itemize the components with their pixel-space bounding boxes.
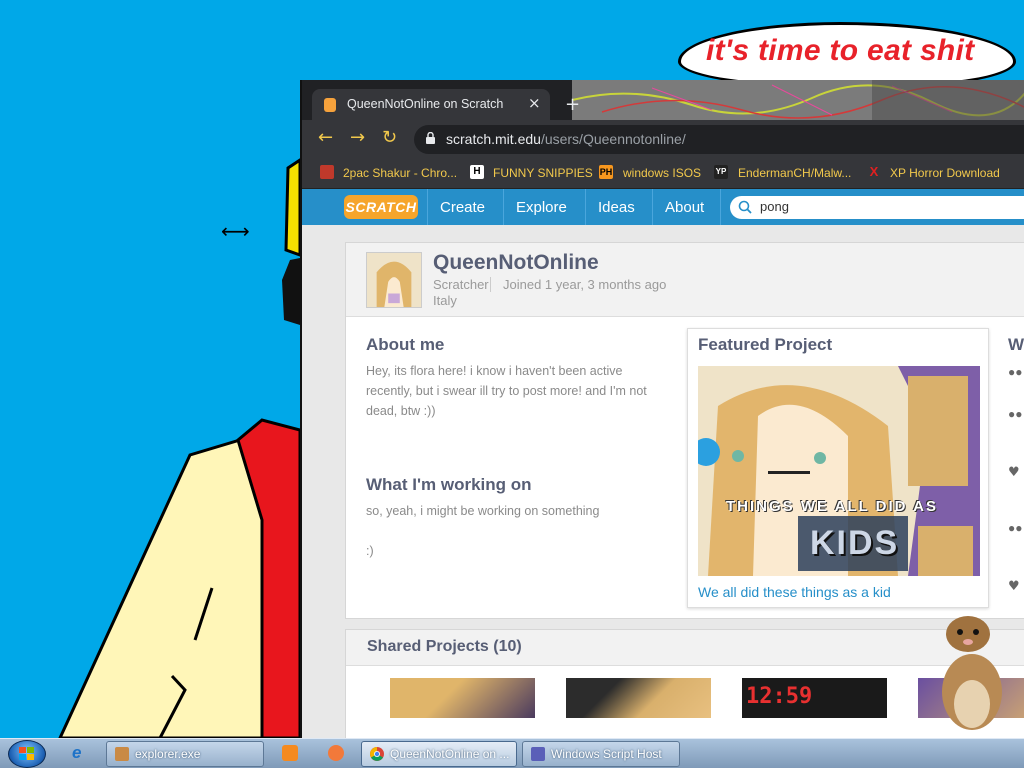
thumbnail-clock-text: 12:59	[746, 684, 813, 709]
url-text: scratch.mit.edu/users/Queennotonline/	[446, 131, 686, 147]
internet-explorer-button[interactable]: e	[58, 741, 102, 767]
search-box[interactable]: pong	[730, 196, 1024, 219]
media-player-icon	[282, 745, 298, 761]
nav-explore[interactable]: Explore	[516, 199, 567, 216]
url-host: scratch.mit.edu	[446, 131, 541, 147]
profile-card: QueenNotOnline Scratcher Joined 1 year, …	[345, 242, 1024, 619]
avatar[interactable]	[366, 252, 422, 308]
profile-joined: Joined 1 year, 3 months ago	[503, 277, 667, 292]
thumbnail-caption-big: KIDS	[810, 524, 900, 562]
bookmark-xp-horror[interactable]: XP Horror Download	[890, 166, 1000, 180]
x-icon: X	[869, 164, 879, 179]
nav-divider	[427, 189, 428, 225]
working-on-title: What I'm working on	[366, 475, 532, 494]
tab-close-icon[interactable]: ×	[528, 94, 541, 112]
explorer-icon	[115, 747, 129, 761]
taskbar-chrome-label: QueenNotOnline on ...	[390, 747, 510, 761]
project-thumbnail[interactable]	[566, 678, 711, 718]
bookmark-2pac[interactable]: 2pac Shakur - Chro...	[343, 166, 457, 180]
project-thumbnail[interactable]: 12:59	[742, 678, 887, 718]
thumbnail-caption-top: THINGS WE ALL DID AS	[726, 498, 938, 515]
profile-role: Scratcher	[433, 277, 489, 292]
people-icon: ●●	[1008, 365, 1023, 379]
browser-toolbar: ← → ↻ scratch.mit.edu/users/Queennotonli…	[302, 120, 1024, 158]
profile-username: QueenNotOnline	[433, 251, 599, 274]
tab-strip: QueenNotOnline on Scratch × +	[302, 80, 1024, 120]
address-bar[interactable]: scratch.mit.edu/users/Queennotonline/	[414, 125, 1024, 154]
media-player-button[interactable]	[268, 741, 312, 767]
theme-art	[572, 80, 1024, 120]
gift-icon	[320, 165, 334, 179]
bookmark-funny-snippies[interactable]: FUNNY SNIPPIES	[493, 166, 593, 180]
nav-create[interactable]: Create	[440, 199, 485, 216]
working-on-text: so, yeah, i might be working on somethin…	[366, 504, 600, 518]
scratch-favicon-icon	[324, 98, 336, 112]
new-tab-button[interactable]: +	[565, 94, 580, 115]
scratch-navbar: SCRATCH Create Explore Ideas About pong	[302, 189, 1024, 225]
bookmarks-bar: 2pac Shakur - Chro... H FUNNY SNIPPIES P…	[302, 158, 1024, 189]
yp-icon: YP	[714, 165, 728, 179]
shared-projects-header: Shared Projects (10)	[346, 630, 1024, 666]
heart-icon: ♥	[1008, 579, 1020, 594]
about-me-text: Hey, its flora here! i know i haven't be…	[366, 364, 647, 418]
taskbar-script-host[interactable]: Windows Script Host	[522, 741, 680, 767]
hamster-sticker-icon	[942, 616, 1002, 730]
working-on-text-2: :)	[366, 544, 374, 558]
project-thumbnail[interactable]	[390, 678, 535, 718]
taskbar-explorer[interactable]: explorer.exe	[106, 741, 264, 767]
taskbar-chrome[interactable]: QueenNotOnline on ...	[361, 741, 517, 767]
scratch-logo[interactable]: SCRATCH	[344, 195, 418, 219]
speech-bubble-text: it's time to eat shit	[706, 34, 975, 67]
tab-active[interactable]: QueenNotOnline on Scratch ×	[312, 89, 550, 120]
taskbar-explorer-label: explorer.exe	[135, 747, 201, 761]
featured-project-title: Featured Project	[698, 335, 833, 354]
divider	[490, 277, 491, 292]
h-icon: H	[470, 165, 484, 179]
forward-button[interactable]: →	[350, 127, 365, 148]
nav-about[interactable]: About	[665, 199, 704, 216]
profile-location: Italy	[433, 293, 457, 308]
nav-divider	[720, 189, 721, 225]
people-icon: ●●	[1008, 407, 1023, 421]
scratch-page: SCRATCH Create Explore Ideas About pong	[302, 189, 1024, 742]
windows-logo-icon	[19, 747, 34, 760]
people-icon: ●●	[1008, 521, 1023, 535]
uc-browser-button[interactable]	[314, 741, 358, 767]
search-icon	[738, 200, 752, 214]
internet-explorer-icon: e	[72, 743, 82, 762]
script-host-icon	[531, 747, 545, 761]
featured-project-link[interactable]: We all did these things as a kid	[698, 584, 891, 600]
nav-ideas[interactable]: Ideas	[598, 199, 635, 216]
heart-icon: ♥	[1008, 465, 1020, 480]
taskbar: e explorer.exe QueenNotOnline on ... Win…	[0, 738, 1024, 768]
uc-browser-icon	[328, 745, 344, 761]
bookmark-windows-isos[interactable]: windows ISOS	[623, 166, 701, 180]
shared-projects-card: Shared Projects (10) 12:59	[345, 629, 1024, 742]
taskbar-script-host-label: Windows Script Host	[551, 747, 662, 761]
ph-icon: PH	[599, 165, 613, 179]
activity-column: W ●● ●● ♥ ●● ♥	[998, 317, 1024, 617]
nav-divider	[585, 189, 586, 225]
about-me-title: About me	[366, 335, 445, 354]
browser-window: QueenNotOnline on Scratch × + ← → ↻ scra…	[300, 80, 1024, 742]
back-button[interactable]: ←	[318, 127, 333, 148]
tab-title: QueenNotOnline on Scratch	[347, 97, 504, 111]
featured-project-thumbnail[interactable]: THINGS WE ALL DID AS KIDS	[698, 366, 980, 576]
resize-cursor-icon: ⟷	[221, 219, 250, 243]
featured-project-card: Featured Project THINGS WE ALL DID AS KI…	[687, 328, 989, 608]
chrome-icon	[370, 747, 384, 761]
nav-divider	[503, 189, 504, 225]
bookmark-endermanch[interactable]: EndermanCH/Malw...	[738, 166, 851, 180]
shared-projects-title: Shared Projects (10)	[367, 638, 522, 655]
lock-icon	[426, 132, 435, 144]
search-input[interactable]: pong	[760, 199, 789, 214]
activity-title: W	[1008, 335, 1024, 354]
profile-header: QueenNotOnline Scratcher Joined 1 year, …	[346, 243, 1024, 317]
start-button[interactable]	[8, 740, 46, 768]
url-path: /users/Queennotonline/	[540, 131, 686, 147]
reload-button[interactable]: ↻	[382, 127, 397, 148]
nav-divider	[652, 189, 653, 225]
